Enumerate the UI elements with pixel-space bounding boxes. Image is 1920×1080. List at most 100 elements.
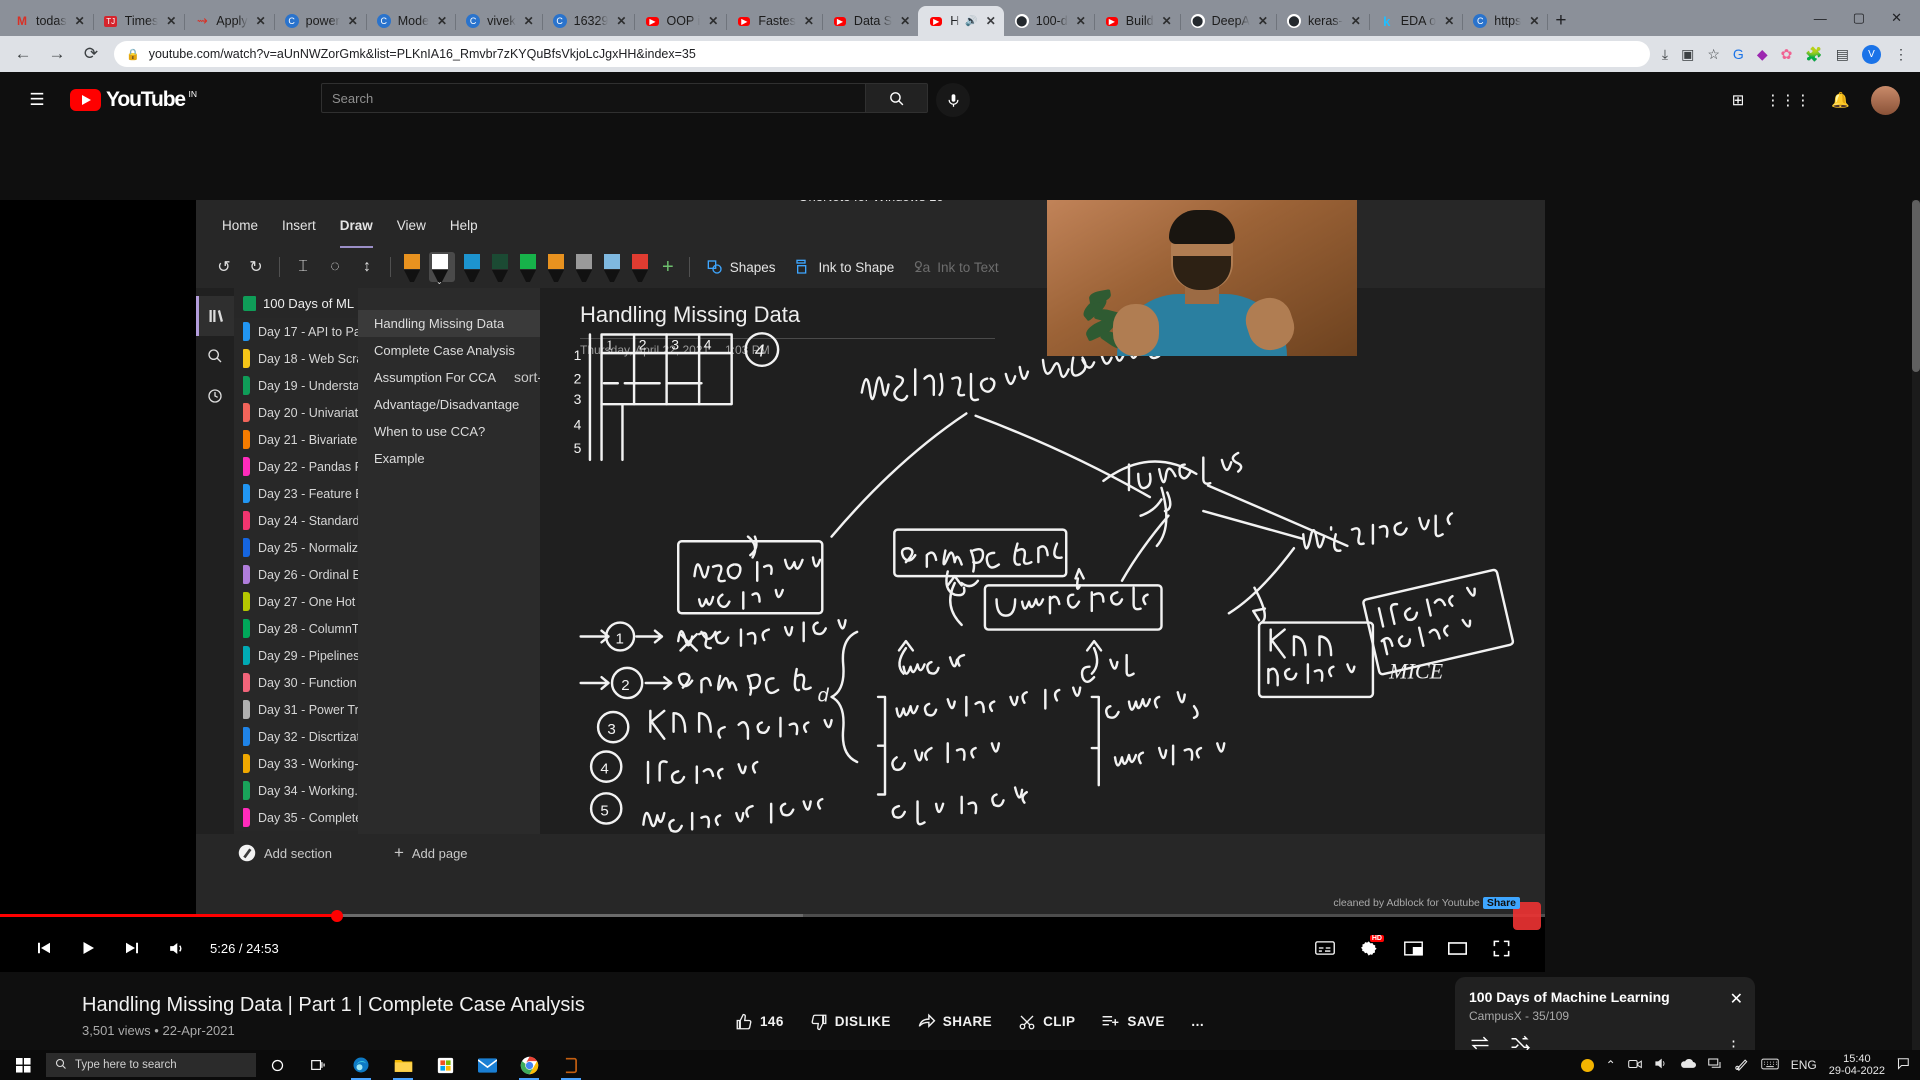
section-item[interactable]: Day 18 - Web Scra...	[234, 345, 358, 372]
account-avatar[interactable]	[1871, 85, 1900, 115]
section-item[interactable]: Day 21 - Bivariate...	[234, 426, 358, 453]
pen-tool-3[interactable]	[489, 252, 511, 282]
page-item[interactable]: Advantage/Disadvantage	[358, 391, 540, 418]
youtube-apps-icon[interactable]: ⋮⋮⋮	[1765, 91, 1810, 109]
save-button[interactable]: SAVE	[1101, 1012, 1164, 1031]
tab-audio-icon[interactable]: 🔊	[965, 16, 977, 27]
page-item[interactable]: Complete Case Analysis	[358, 337, 540, 364]
browser-tab[interactable]: ⬤ keras- ✕	[1276, 6, 1370, 36]
notifications-icon[interactable]: 🔔	[1831, 91, 1850, 109]
pen-icon[interactable]	[1734, 1057, 1749, 1074]
progress-handle[interactable]	[330, 909, 343, 922]
redo-icon[interactable]: ↻	[240, 252, 272, 282]
video-player[interactable]: ← → OneNote for Windows 10 HomeInsertDra…	[0, 200, 1545, 972]
section-item[interactable]: Day 17 - API to Pa...	[234, 318, 358, 345]
ruler-icon[interactable]: ↕	[351, 252, 383, 282]
undo-icon[interactable]: ↺	[208, 252, 240, 282]
progress-bar[interactable]	[0, 909, 1545, 922]
previous-video-button[interactable]	[22, 926, 66, 970]
add-page-button[interactable]: + Add page	[394, 843, 468, 863]
recent-icon[interactable]	[196, 376, 234, 416]
next-video-button[interactable]	[110, 926, 154, 970]
tab-close-icon[interactable]: ✕	[1258, 14, 1268, 28]
tab-close-icon[interactable]: ✕	[804, 14, 814, 28]
tab-close-icon[interactable]: ✕	[437, 14, 447, 28]
onenote-canvas[interactable]: Handling Missing Data Thursday, April 22…	[540, 288, 1545, 834]
puzzle-icon[interactable]: 🧩	[1805, 46, 1822, 63]
notebooks-icon[interactable]	[196, 296, 234, 336]
section-item[interactable]: Day 19 - Understa...	[234, 372, 358, 399]
add-pen-icon[interactable]: +	[662, 256, 674, 279]
pen-tool-8[interactable]	[629, 252, 651, 282]
camera-icon[interactable]	[1627, 1058, 1642, 1073]
task-view-icon[interactable]	[298, 1050, 340, 1080]
profile-avatar[interactable]: V	[1862, 44, 1881, 64]
select-text-icon[interactable]: ⌶	[287, 252, 319, 282]
new-tab-button[interactable]: +	[1555, 10, 1566, 32]
tab-close-icon[interactable]: ✕	[708, 14, 718, 28]
pen-tool-2[interactable]	[461, 252, 483, 282]
tab-close-icon[interactable]: ✕	[616, 14, 626, 28]
volume-icon[interactable]	[1654, 1057, 1668, 1073]
tab-close-icon[interactable]: ✕	[1076, 14, 1086, 28]
section-item[interactable]: Day 30 - Function T...	[234, 669, 358, 696]
adblock-share-button[interactable]: Share	[1482, 897, 1520, 909]
volume-button[interactable]	[154, 926, 198, 970]
tab-close-icon[interactable]: ✕	[1351, 14, 1361, 28]
section-item[interactable]: Day 33 - Working-...	[234, 750, 358, 777]
browser-tab[interactable]: Chttps ✕	[1462, 6, 1549, 36]
pen-tool-7[interactable]	[601, 252, 623, 282]
browser-tab[interactable]: C Mode ✕	[366, 6, 457, 36]
onedrive-icon[interactable]	[1680, 1058, 1696, 1072]
clip-button[interactable]: CLIP	[1018, 1013, 1075, 1031]
tab-close-icon[interactable]: ✕	[348, 14, 358, 28]
back-icon[interactable]: ←	[12, 44, 34, 64]
chrome-icon[interactable]	[508, 1050, 550, 1080]
tab-close-icon[interactable]: ✕	[75, 14, 85, 28]
section-item[interactable]: Day 22 - Pandas Pr...	[234, 453, 358, 480]
section-list[interactable]: Day 17 - API to Pa... Day 18 - Web Scra..…	[234, 318, 358, 831]
page-scrollbar-thumb[interactable]	[1912, 200, 1920, 372]
onenote-tab-view[interactable]: View	[385, 218, 438, 246]
share-button[interactable]: SHARE	[917, 1012, 992, 1031]
browser-tab[interactable]: ⬤ 100-d ✕	[1004, 6, 1095, 36]
browser-tab[interactable]: ⇝ Apply ✕	[184, 6, 275, 36]
onenote-tab-insert[interactable]: Insert	[270, 218, 328, 246]
page-item[interactable]: Example	[358, 445, 540, 472]
close-button[interactable]: ✕	[1891, 10, 1902, 26]
grammarly-icon[interactable]: G	[1733, 46, 1744, 62]
browser-tab-active[interactable]: ▶ H 🔊 ✕	[918, 6, 1004, 36]
chevron-up-icon[interactable]: ⌃	[1606, 1058, 1616, 1072]
section-item[interactable]: Day 35 - Complete...	[234, 804, 358, 831]
section-item[interactable]: Day 24 - Standardi...	[234, 507, 358, 534]
tab-close-icon[interactable]: ✕	[986, 14, 996, 28]
reload-icon[interactable]: ⟳	[80, 44, 102, 64]
browser-tab[interactable]: ▶ Fastes ✕	[726, 6, 823, 36]
section-item[interactable]: Day 20 - Univariate...	[234, 399, 358, 426]
chrome-menu-icon[interactable]: ⋮	[1894, 46, 1908, 63]
onenote-icon[interactable]	[550, 1050, 592, 1080]
page-item[interactable]: Handling Missing Data	[358, 310, 540, 337]
onenote-tab-help[interactable]: Help	[438, 218, 490, 246]
keyboard-icon[interactable]	[1761, 1058, 1779, 1073]
browser-tab[interactable]: Cvivek ✕	[455, 6, 543, 36]
playlist-title[interactable]: 100 Days of Machine Learning	[1469, 989, 1741, 1005]
extension-c-icon[interactable]: ▤	[1836, 46, 1849, 63]
browser-tab[interactable]: Cpower ✕	[274, 6, 367, 36]
page-item[interactable]: Assumption For CCA	[358, 364, 540, 391]
tab-close-icon[interactable]: ✕	[524, 14, 534, 28]
more-actions-button[interactable]: …	[1191, 1014, 1205, 1029]
browser-tab[interactable]: ⬤ DeepA ✕	[1180, 6, 1277, 36]
section-item[interactable]: Day 27 - One Hot E...	[234, 588, 358, 615]
mail-icon[interactable]	[466, 1050, 508, 1080]
edge-icon[interactable]	[340, 1050, 382, 1080]
search-input[interactable]: Search	[321, 83, 867, 113]
tab-close-icon[interactable]: ✕	[1529, 14, 1539, 28]
tab-close-icon[interactable]: ✕	[166, 14, 176, 28]
browser-tab[interactable]: k EDA o ✕	[1369, 6, 1464, 36]
browser-tab[interactable]: ▶ OOP i ✕	[634, 6, 728, 36]
forward-icon[interactable]: →	[46, 44, 68, 64]
section-item[interactable]: Day 26 - Ordinal E...	[234, 561, 358, 588]
like-button[interactable]: 146	[735, 1013, 784, 1031]
pen-tool-0[interactable]	[401, 252, 423, 282]
